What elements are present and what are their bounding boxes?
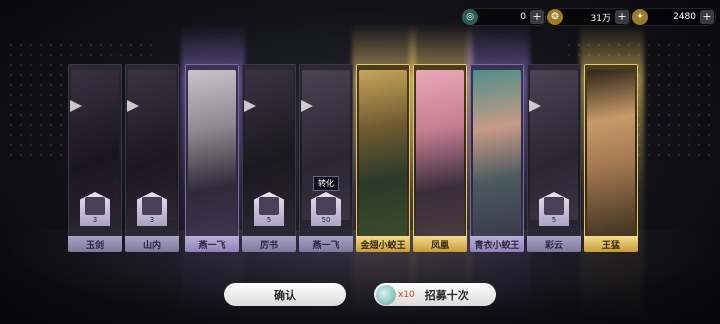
- character-face-icon: [544, 197, 564, 215]
- currency-value: 31万: [590, 13, 611, 24]
- character-portrait: [188, 70, 236, 238]
- currency-value: 0: [520, 12, 526, 22]
- add-gold-button[interactable]: +: [615, 10, 629, 24]
- card-nameplate: 燕一飞: [185, 236, 239, 252]
- result-card[interactable]: 青衣小蛟王: [470, 64, 524, 252]
- card-nameplate: 凤凰: [413, 236, 467, 252]
- swirl-token-icon: ◎: [462, 9, 478, 25]
- character-name: 厉书: [259, 240, 278, 251]
- jade-icon: ✦: [632, 9, 648, 25]
- shard-count: 50: [321, 216, 331, 224]
- result-card[interactable]: 5 彩云: [527, 64, 581, 252]
- add-jade-button[interactable]: +: [700, 10, 714, 24]
- card-nameplate: 金翅小蛟王: [356, 236, 410, 252]
- arrow-icon: [127, 100, 139, 112]
- result-card[interactable]: 凤凰: [413, 64, 467, 252]
- character-portrait: [473, 70, 521, 238]
- arrow-icon: [70, 100, 82, 112]
- swirl-token-icon: [376, 284, 396, 305]
- arrow-icon: [529, 100, 541, 112]
- character-name: 玉剑: [85, 240, 104, 251]
- character-name: 凤凰: [430, 240, 449, 251]
- card-nameplate: 彩云: [527, 236, 581, 252]
- result-card[interactable]: 5 厉书: [242, 64, 296, 252]
- confirm-label: 确认: [274, 288, 296, 302]
- character-face-icon: [259, 197, 279, 215]
- result-card[interactable]: 3 山内: [125, 64, 179, 252]
- character-name: 青衣小蛟王: [474, 240, 520, 251]
- recruit-ten-button[interactable]: x10 招募十次: [374, 283, 496, 306]
- character-name: 燕一飞: [312, 240, 340, 251]
- recruit-cost: x10: [398, 289, 415, 300]
- card-nameplate: 王猛: [584, 236, 638, 252]
- recruit-label: 招募十次: [424, 288, 469, 302]
- add-swirl-token-button[interactable]: +: [530, 10, 544, 24]
- result-card[interactable]: 燕一飞: [185, 64, 239, 252]
- result-card[interactable]: 转化 50 燕一飞: [299, 64, 353, 252]
- card-nameplate: 燕一飞: [299, 236, 353, 252]
- convert-label: 转化: [313, 176, 339, 191]
- character-portrait: [587, 70, 635, 238]
- character-portrait: [359, 70, 407, 238]
- card-nameplate: 玉剑: [68, 236, 122, 252]
- card-nameplate: 厉书: [242, 236, 296, 252]
- character-portrait: [416, 70, 464, 238]
- character-name: 山内: [142, 240, 161, 251]
- recruit-results: 3 玉剑 3 山内 燕一飞 5 厉书 转化 50 燕一飞 金翅小蛟王 凤凰 青衣…: [68, 24, 658, 324]
- arrow-icon: [301, 100, 313, 112]
- currency-bar: ◎ 0 + ❂ 31万 + ✦ 2480 +: [462, 8, 716, 26]
- card-nameplate: 山内: [125, 236, 179, 252]
- character-name: 彩云: [544, 240, 563, 251]
- result-card[interactable]: 3 玉剑: [68, 64, 122, 252]
- shard-count: 5: [551, 216, 557, 224]
- shard-count: 3: [149, 216, 155, 224]
- result-card[interactable]: 金翅小蛟王: [356, 64, 410, 252]
- card-nameplate: 青衣小蛟王: [470, 236, 524, 252]
- character-face-icon: [142, 197, 162, 215]
- character-name: 燕一飞: [198, 240, 226, 251]
- character-name: 王猛: [601, 240, 620, 251]
- currency-value: 2480: [673, 12, 696, 22]
- currency-swirl-token: ◎ 0 +: [462, 8, 546, 26]
- character-name: 金翅小蛟王: [360, 240, 406, 251]
- arrow-icon: [244, 100, 256, 112]
- character-face-icon: [85, 197, 105, 215]
- currency-jade: ✦ 2480 +: [632, 8, 716, 26]
- currency-gold: ❂ 31万 +: [547, 8, 631, 26]
- result-card[interactable]: 王猛: [584, 64, 638, 252]
- gold-coin-icon: ❂: [547, 9, 563, 25]
- shard-count: 5: [266, 216, 272, 224]
- character-face-icon: [316, 197, 336, 215]
- confirm-button[interactable]: 确认: [224, 283, 346, 306]
- shard-count: 3: [92, 216, 98, 224]
